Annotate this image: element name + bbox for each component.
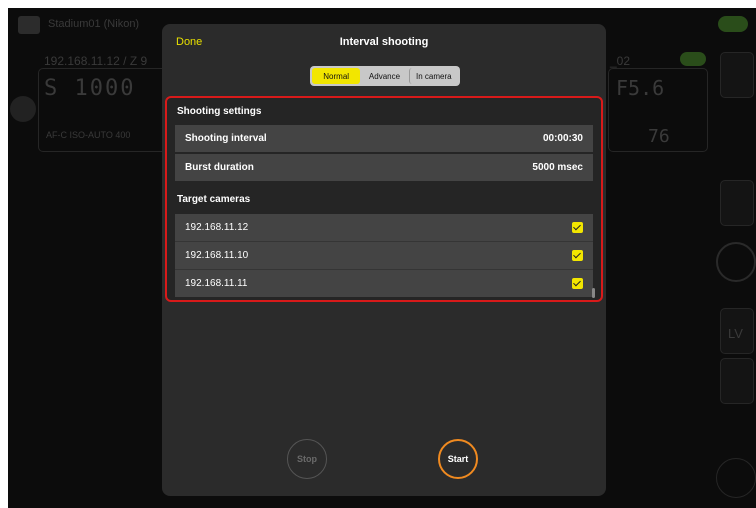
- af-on-button: [716, 458, 756, 498]
- side-settings-button: [720, 52, 754, 98]
- target-camera-ip: 192.168.11.11: [185, 278, 248, 289]
- top-toggle: [718, 16, 748, 32]
- interval-shooting-dialog: Done Interval shooting Normal Advance In…: [162, 24, 606, 496]
- tab-in-camera[interactable]: In camera: [408, 68, 458, 84]
- burst-duration-value: 5000 msec: [532, 162, 583, 173]
- target-camera-ip: 192.168.11.10: [185, 250, 249, 261]
- lv-label: LV: [728, 326, 743, 341]
- shooting-interval-value: 00:00:30: [542, 133, 583, 144]
- shooting-settings-header: Shooting settings: [177, 106, 262, 117]
- dialog-title: Interval shooting: [339, 36, 429, 48]
- shooting-interval-row[interactable]: Shooting interval 00:00:30: [175, 125, 593, 152]
- left-camera-shutter: S 1000: [44, 76, 136, 101]
- right-camera-toggle: [680, 52, 706, 66]
- target-camera-row[interactable]: 192.168.11.10: [175, 242, 593, 269]
- capture-button: [716, 242, 756, 282]
- scroll-indicator[interactable]: [592, 288, 595, 298]
- target-camera-row[interactable]: 192.168.11.12: [175, 214, 593, 241]
- burst-duration-label: Burst duration: [185, 162, 254, 173]
- camera-group-name: Stadium01 (Nikon): [48, 18, 140, 30]
- side-options-button: [720, 358, 754, 404]
- left-camera-iso: AF-C ISO-AUTO 400: [46, 130, 131, 140]
- left-camera-button: [10, 96, 36, 122]
- target-cameras-header: Target cameras: [177, 194, 251, 205]
- mode-segmented-control: Normal Advance In camera: [310, 66, 460, 86]
- side-list-button: [720, 180, 754, 226]
- checkbox-checked-icon[interactable]: [572, 222, 583, 233]
- settings-card: Shooting settings Shooting interval 00:0…: [165, 96, 603, 302]
- checkbox-checked-icon[interactable]: [572, 250, 583, 261]
- right-camera-count: 76: [648, 126, 670, 147]
- shooting-interval-label: Shooting interval: [185, 133, 267, 144]
- start-button[interactable]: Start: [438, 439, 478, 479]
- right-camera-fstop: F5.6: [616, 76, 665, 100]
- tab-advance[interactable]: Advance: [360, 68, 408, 84]
- left-camera-title: 192.168.11.12 / Z 9: [44, 54, 148, 68]
- burst-duration-row[interactable]: Burst duration 5000 msec: [175, 154, 593, 181]
- target-camera-ip: 192.168.11.12: [185, 222, 249, 233]
- tab-normal[interactable]: Normal: [312, 68, 361, 84]
- right-camera-title: _02: [610, 54, 631, 68]
- target-camera-row[interactable]: 192.168.11.11: [175, 270, 593, 297]
- camera-group-icon: [18, 16, 40, 34]
- stop-button[interactable]: Stop: [287, 439, 327, 479]
- checkbox-checked-icon[interactable]: [572, 278, 583, 289]
